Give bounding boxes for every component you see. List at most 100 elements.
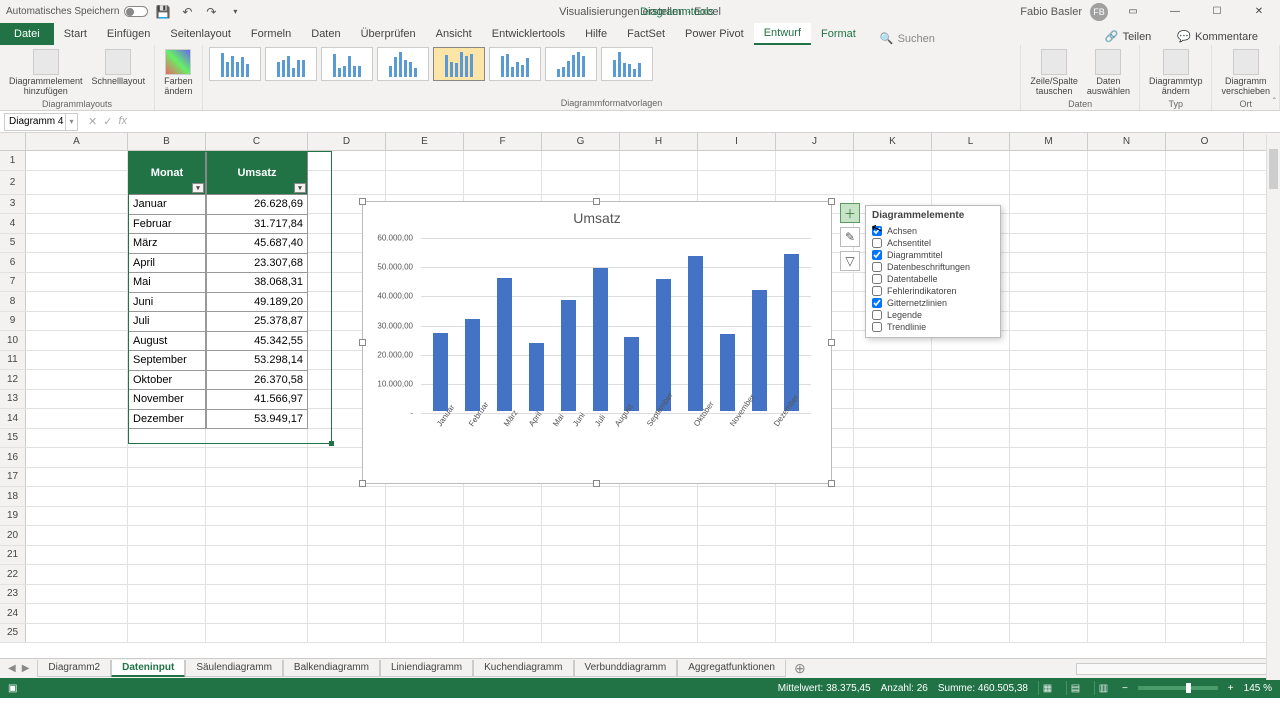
table-row[interactable]: 45.342,55 [206, 332, 308, 352]
cell-H25[interactable] [620, 624, 698, 643]
bar-Juli[interactable] [624, 337, 639, 411]
chart-element-option-datentabelle[interactable]: Datentabelle [872, 273, 994, 285]
change-chart-type-button[interactable]: Diagrammtyp ändern [1146, 47, 1206, 99]
cell-M7[interactable] [1010, 273, 1088, 292]
cell-A4[interactable] [26, 214, 128, 233]
cell-I23[interactable] [698, 585, 776, 604]
cell-E23[interactable] [386, 585, 464, 604]
chart-element-option-datenbeschriftungen[interactable]: Datenbeschriftungen [872, 261, 994, 273]
sheet-tab-verbunddiagramm[interactable]: Verbunddiagramm [574, 660, 678, 677]
comments-button[interactable]: 💬 Kommentare [1169, 28, 1266, 45]
cell-A12[interactable] [26, 370, 128, 389]
row-header-12[interactable]: 12 [0, 370, 26, 389]
cell-M12[interactable] [1010, 370, 1088, 389]
col-header-O[interactable]: O [1166, 133, 1244, 150]
cell-B25[interactable] [128, 624, 206, 643]
cell-H23[interactable] [620, 585, 698, 604]
table-row[interactable]: Februar [128, 215, 206, 235]
checkbox[interactable] [872, 262, 882, 272]
cell-A2[interactable] [26, 171, 128, 194]
cell-L14[interactable] [932, 409, 1010, 428]
cell-L17[interactable] [932, 468, 1010, 487]
cell-N4[interactable] [1088, 214, 1166, 233]
cell-G23[interactable] [542, 585, 620, 604]
bar-Oktober[interactable] [720, 334, 735, 411]
save-icon[interactable]: 💾 [154, 3, 172, 21]
table-row[interactable]: Januar [128, 195, 206, 215]
row-header-2[interactable]: 2 [0, 171, 26, 194]
cell-L21[interactable] [932, 546, 1010, 565]
cell-B18[interactable] [128, 487, 206, 506]
row-header-24[interactable]: 24 [0, 604, 26, 623]
cell-O25[interactable] [1166, 624, 1244, 643]
col-header-A[interactable]: A [26, 133, 128, 150]
chart-object[interactable]: Umsatz -10.000,0020.000,0030.000,0040.00… [362, 201, 832, 484]
name-box[interactable]: Diagramm 4 [4, 113, 66, 131]
name-box-dropdown[interactable]: ▾ [66, 113, 78, 131]
row-header-22[interactable]: 22 [0, 565, 26, 584]
spreadsheet-grid[interactable]: ABCDEFGHIJKLMNO 123456789101112131415161… [0, 133, 1280, 658]
cell-K1[interactable] [854, 151, 932, 170]
cell-E18[interactable] [386, 487, 464, 506]
cell-K22[interactable] [854, 565, 932, 584]
chart-element-option-gitternetzlinien[interactable]: Gitternetzlinien [872, 297, 994, 309]
cell-D21[interactable] [308, 546, 386, 565]
cell-I21[interactable] [698, 546, 776, 565]
record-macro-icon[interactable]: ▣ [8, 683, 17, 694]
cell-A22[interactable] [26, 565, 128, 584]
row-header-3[interactable]: 3 [0, 195, 26, 214]
sheet-tab-kuchendiagramm[interactable]: Kuchendiagramm [473, 660, 573, 677]
cell-C24[interactable] [206, 604, 308, 623]
bar-Januar[interactable] [433, 333, 448, 411]
table-row[interactable]: 53.298,14 [206, 351, 308, 371]
cell-E21[interactable] [386, 546, 464, 565]
cell-M23[interactable] [1010, 585, 1088, 604]
row-header-17[interactable]: 17 [0, 468, 26, 487]
col-header-D[interactable]: D [308, 133, 386, 150]
add-sheet-button[interactable]: ⊕ [786, 660, 814, 677]
cell-L16[interactable] [932, 448, 1010, 467]
cell-B17[interactable] [128, 468, 206, 487]
select-data-button[interactable]: Daten auswählen [1084, 47, 1133, 99]
row-header-10[interactable]: 10 [0, 331, 26, 350]
cell-N21[interactable] [1088, 546, 1166, 565]
cell-L1[interactable] [932, 151, 1010, 170]
cell-D23[interactable] [308, 585, 386, 604]
cell-C22[interactable] [206, 565, 308, 584]
col-header-M[interactable]: M [1010, 133, 1088, 150]
cell-F19[interactable] [464, 507, 542, 526]
cell-A6[interactable] [26, 253, 128, 272]
cell-C19[interactable] [206, 507, 308, 526]
cell-L2[interactable] [932, 171, 1010, 194]
col-header-I[interactable]: I [698, 133, 776, 150]
bar-September[interactable] [688, 256, 703, 411]
cell-G18[interactable] [542, 487, 620, 506]
cell-J25[interactable] [776, 624, 854, 643]
cell-A17[interactable] [26, 468, 128, 487]
cell-G19[interactable] [542, 507, 620, 526]
tab-daten[interactable]: Daten [301, 23, 350, 45]
cell-O13[interactable] [1166, 390, 1244, 409]
row-header-1[interactable]: 1 [0, 151, 26, 170]
row-header-20[interactable]: 20 [0, 526, 26, 545]
switch-row-column-button[interactable]: Zeile/Spalte tauschen [1027, 47, 1081, 99]
chart-bars[interactable] [425, 236, 807, 411]
cell-A5[interactable] [26, 234, 128, 253]
cell-M19[interactable] [1010, 507, 1088, 526]
cell-N16[interactable] [1088, 448, 1166, 467]
cell-B20[interactable] [128, 526, 206, 545]
cell-D1[interactable] [308, 151, 386, 170]
bar-November[interactable] [752, 290, 767, 411]
cell-J1[interactable] [776, 151, 854, 170]
cell-K25[interactable] [854, 624, 932, 643]
horizontal-scrollbar[interactable] [1076, 663, 1276, 675]
bar-Juni[interactable] [593, 268, 608, 411]
cell-E22[interactable] [386, 565, 464, 584]
cell-L22[interactable] [932, 565, 1010, 584]
cell-A19[interactable] [26, 507, 128, 526]
cell-M24[interactable] [1010, 604, 1088, 623]
cell-L23[interactable] [932, 585, 1010, 604]
cell-N6[interactable] [1088, 253, 1166, 272]
change-colors-button[interactable]: Farben ändern [161, 47, 196, 99]
row-header-11[interactable]: 11 [0, 351, 26, 370]
